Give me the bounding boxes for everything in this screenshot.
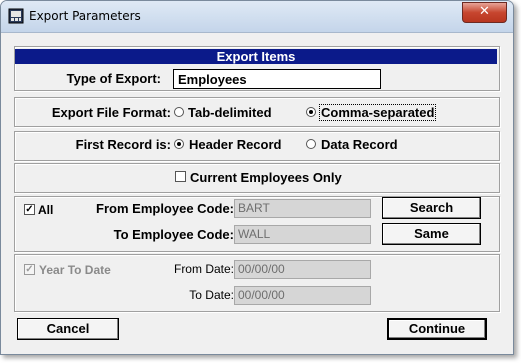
- to-date-label: To Date:: [189, 288, 234, 302]
- tab-delimited-label: Tab-delimited: [188, 105, 272, 120]
- export-parameters-window: Export Parameters ✕ Export Items Type of…: [0, 0, 514, 355]
- header-record-label: Header Record: [189, 137, 282, 152]
- from-employee-code-input[interactable]: BART: [234, 199, 371, 218]
- file-format-label: Export File Format:: [51, 105, 171, 120]
- from-employee-code-label: From Employee Code:: [96, 201, 234, 216]
- year-to-date-label: Year To Date: [39, 263, 111, 277]
- from-date-label: From Date:: [173, 262, 234, 276]
- cancel-button[interactable]: Cancel: [17, 318, 119, 340]
- same-button[interactable]: Same: [382, 223, 481, 245]
- data-record-radio[interactable]: [306, 139, 316, 149]
- year-to-date-checkbox[interactable]: ✓: [24, 264, 35, 275]
- tab-delimited-radio[interactable]: [174, 107, 184, 117]
- header-record-radio[interactable]: [174, 139, 184, 149]
- first-record-label: First Record is:: [75, 137, 171, 152]
- continue-button[interactable]: Continue: [387, 318, 487, 340]
- type-of-export-input[interactable]: [173, 69, 381, 89]
- window-title: Export Parameters: [29, 9, 141, 23]
- comma-separated-label: Comma-separated: [319, 104, 437, 121]
- search-button[interactable]: Search: [382, 197, 481, 219]
- type-of-export-label: Type of Export:: [66, 71, 161, 86]
- all-checkbox[interactable]: ✓: [24, 204, 35, 215]
- app-icon: [8, 8, 24, 24]
- to-date-input[interactable]: 00/00/00: [234, 286, 371, 305]
- to-employee-code-label: To Employee Code:: [113, 227, 234, 242]
- export-items-header: Export Items: [15, 49, 497, 64]
- comma-separated-radio[interactable]: [306, 107, 316, 117]
- dialog-body: Export Items Type of Export: Export File…: [9, 35, 505, 347]
- close-button[interactable]: ✕: [462, 2, 507, 23]
- data-record-label: Data Record: [321, 137, 398, 152]
- to-employee-code-input[interactable]: WALL: [234, 225, 371, 244]
- current-employees-label: Current Employees Only: [190, 170, 342, 185]
- title-bar[interactable]: Export Parameters ✕: [1, 1, 513, 33]
- all-label: All: [38, 203, 54, 217]
- current-employees-checkbox[interactable]: [175, 171, 186, 182]
- from-date-input[interactable]: 00/00/00: [234, 260, 371, 279]
